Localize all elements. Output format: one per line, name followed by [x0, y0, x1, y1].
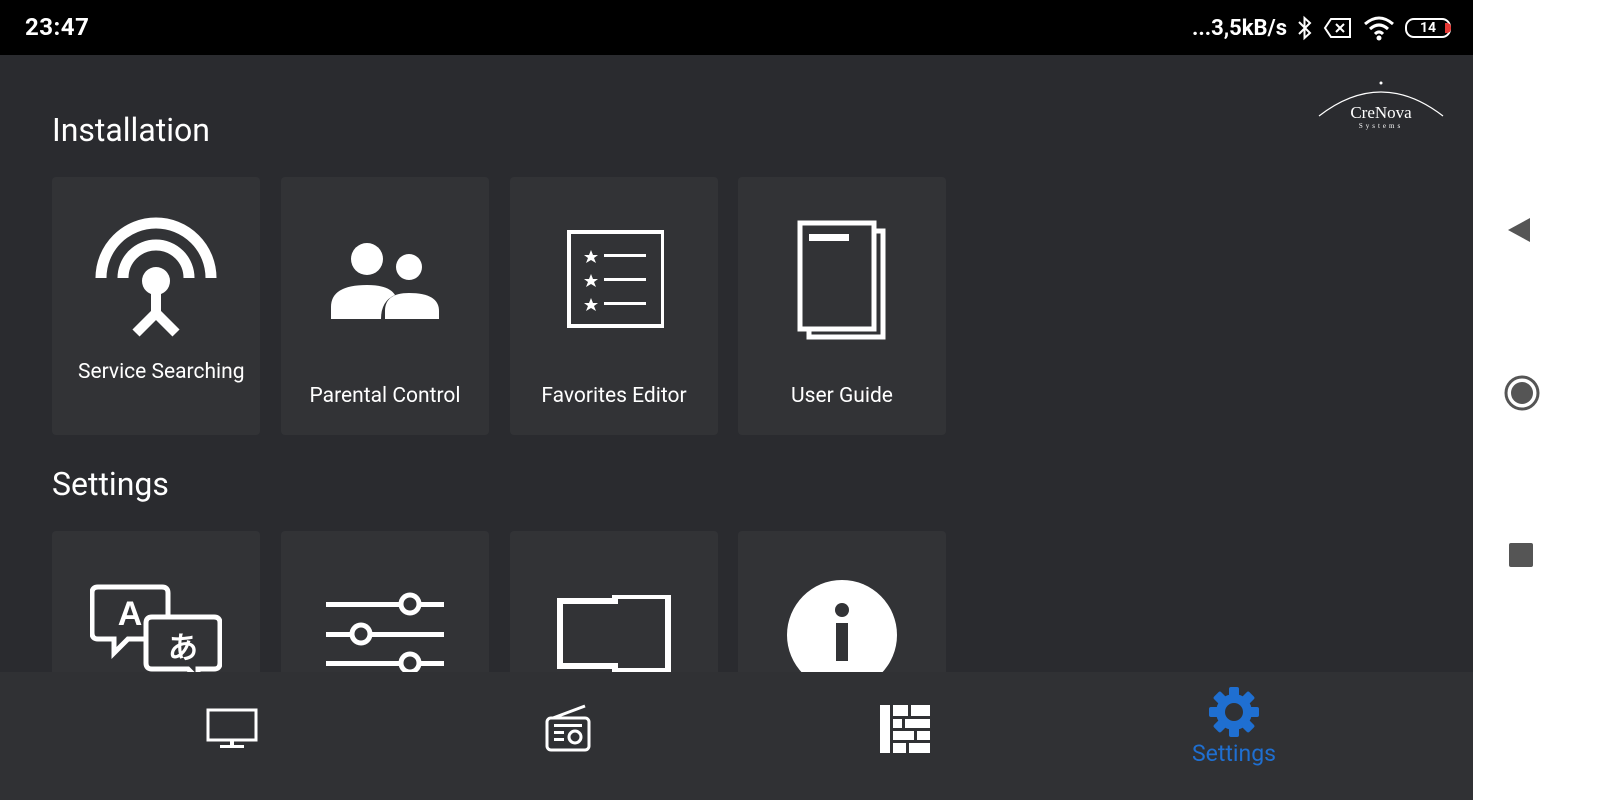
- tile-label: User Guide: [791, 384, 893, 408]
- nav-settings-label: Settings: [1192, 740, 1276, 767]
- crenova-logo: CreNova Systems: [1318, 81, 1444, 130]
- language-icon: A あ: [90, 584, 222, 675]
- back-icon[interactable]: [1506, 216, 1532, 244]
- recents-icon[interactable]: [1508, 542, 1534, 568]
- tv-icon: [206, 708, 258, 748]
- home-icon[interactable]: [1503, 374, 1541, 412]
- nav-settings[interactable]: Settings: [1192, 686, 1276, 767]
- user-guide-tile[interactable]: User Guide: [738, 177, 946, 435]
- service-searching-tile[interactable]: Service Searching: [52, 177, 260, 435]
- antenna-icon: [95, 217, 217, 337]
- document-icon: [797, 220, 886, 340]
- screen-format-icon: [557, 595, 671, 674]
- nav-radio[interactable]: [545, 704, 591, 752]
- users-icon: [331, 243, 439, 319]
- radio-icon: [545, 704, 591, 752]
- no-sim-icon: [1323, 18, 1351, 38]
- app-screen: 23:47 ...3,5kB/s 14 CreNova Systems Inst…: [0, 0, 1473, 800]
- settings-title: Settings: [52, 465, 169, 503]
- network-speed: ...3,5kB/s: [1191, 15, 1287, 41]
- svg-text:Systems: Systems: [1359, 122, 1403, 130]
- bluetooth-icon: [1298, 15, 1312, 41]
- sliders-icon: [326, 592, 444, 673]
- installation-title: Installation: [52, 111, 210, 149]
- favorites-editor-tile[interactable]: Favorites Editor: [510, 177, 718, 435]
- tile-label: Parental Control: [309, 384, 461, 408]
- nav-tv[interactable]: [206, 708, 258, 750]
- svg-text:CreNova: CreNova: [1350, 103, 1412, 122]
- status-bar: 23:47 ...3,5kB/s 14: [0, 0, 1473, 55]
- tile-label: Service Searching: [78, 360, 245, 384]
- battery-indicator: 14: [1405, 18, 1451, 38]
- nav-guide[interactable]: [880, 705, 930, 753]
- status-icons: ...3,5kB/s 14: [1192, 12, 1451, 44]
- wifi-icon: [1364, 16, 1394, 41]
- bottom-navigation: Settings: [0, 672, 1473, 800]
- parental-control-tile[interactable]: Parental Control: [281, 177, 489, 435]
- svg-text:あ: あ: [168, 631, 198, 666]
- status-time: 23:47: [25, 13, 90, 41]
- tile-label: Favorites Editor: [541, 384, 687, 408]
- star-list-icon: [567, 230, 664, 328]
- system-navigation-bar: [1473, 0, 1600, 800]
- gear-icon: [1208, 687, 1259, 737]
- svg-text:A: A: [118, 595, 143, 633]
- guide-grid-icon: [880, 705, 930, 753]
